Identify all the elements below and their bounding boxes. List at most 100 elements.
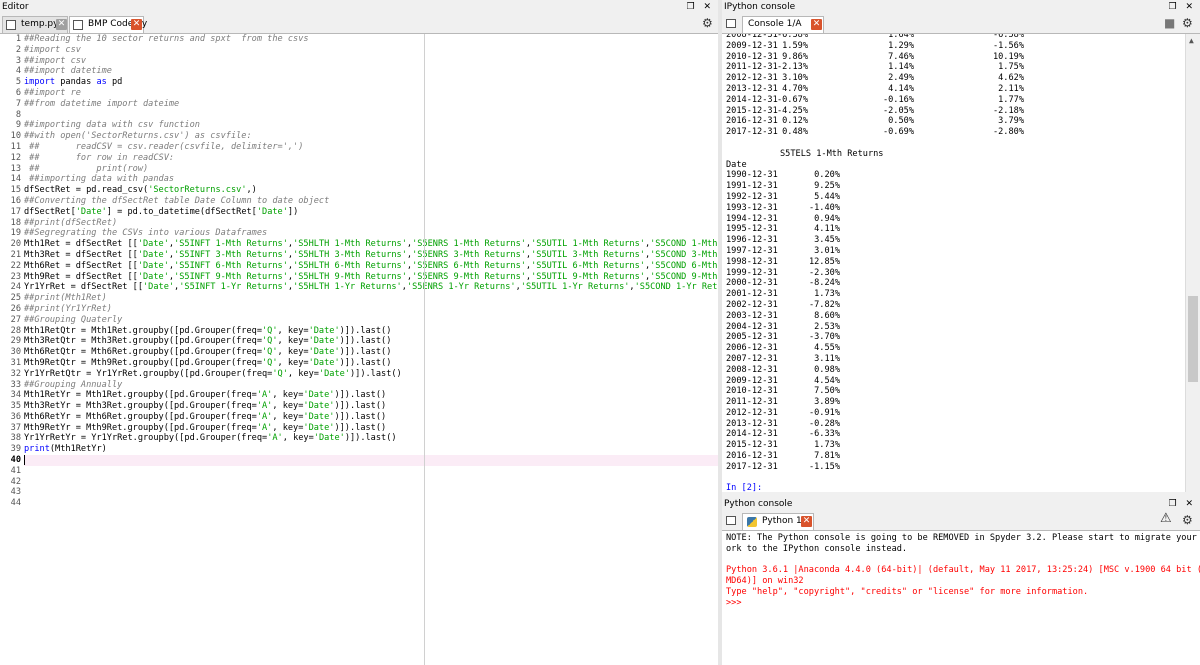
python-console-title: Python console — [724, 499, 793, 509]
browse-tabs-icon[interactable] — [726, 516, 736, 525]
row-value: 0.48% — [782, 127, 808, 138]
code-line[interactable]: ## print(row) — [24, 164, 718, 175]
code-line[interactable]: Yr1YrRet = dfSectRet [['Date','S5INFT 1-… — [24, 282, 718, 293]
code-line[interactable]: Mth9RetQtr = Mth9Ret.groupby([pd.Grouper… — [24, 358, 718, 369]
code-line[interactable]: import pandas as pd — [24, 77, 718, 88]
code-line[interactable]: Yr1YrRetYr = Yr1YrRet.groupby([pd.Groupe… — [24, 433, 718, 444]
code-line[interactable]: Mth3Ret = dfSectRet [['Date','S5INFT 3-M… — [24, 250, 718, 261]
line-number: 29 — [10, 336, 21, 347]
code-line[interactable]: Mth1RetQtr = Mth1Ret.groupby([pd.Grouper… — [24, 326, 718, 337]
code-line[interactable]: Yr1YrRetQtr = Yr1YrRet.groupby([pd.Group… — [24, 369, 718, 380]
code-line[interactable]: print(Mth1RetYr) — [24, 444, 718, 455]
gear-icon[interactable]: ⚙ — [1182, 513, 1193, 527]
code-line[interactable]: dfSectRet = pd.read_csv('SectorReturns.c… — [24, 185, 718, 196]
code-line[interactable]: ##Converting the dfSectRet table Date Co… — [24, 196, 718, 207]
python-console-output[interactable]: NOTE: The Python console is going to be … — [722, 531, 1200, 665]
code-line[interactable]: ##import datetime — [24, 66, 718, 77]
scroll-up-icon[interactable]: ▲ — [1189, 36, 1194, 47]
row-date: 2015-12-31 — [726, 105, 778, 116]
code-line[interactable]: ##importing data with csv function — [24, 120, 718, 131]
tab-console-1a[interactable]: Console 1/A ✕ — [742, 16, 824, 33]
series-header: S5TELS 1-Mth Returns — [722, 149, 1186, 160]
code-line[interactable]: ##with open('SectorReturns.csv') as csvf… — [24, 131, 718, 142]
scrollbar-thumb[interactable] — [1188, 296, 1198, 382]
tab-bmp-code-py[interactable]: BMP Code.py ✕ — [69, 16, 147, 33]
code-line[interactable]: ##print(Yr1YrRet) — [24, 304, 718, 315]
code-line[interactable]: Mth1RetYr = Mth1Ret.groupby([pd.Grouper(… — [24, 390, 718, 401]
code-line[interactable]: ##Reading the 10 sector returns and spxt… — [24, 34, 718, 45]
code-line[interactable]: Mth6RetYr = Mth6Ret.groupby([pd.Grouper(… — [24, 412, 718, 423]
code-line[interactable]: Mth9Ret = dfSectRet [['Date','S5INFT 9-M… — [24, 272, 718, 283]
code-line[interactable]: dfSectRet['Date'] = pd.to_datetime(dfSec… — [24, 207, 718, 218]
close-icon[interactable]: ✕ — [56, 19, 67, 30]
row-date: 2017-12-31 — [726, 127, 778, 138]
row-value: 7.50% — [814, 386, 840, 397]
code-lines[interactable]: ##Reading the 10 sector returns and spxt… — [24, 34, 718, 509]
close-icon[interactable]: ✕ — [811, 19, 822, 30]
code-line[interactable]: Mth1Ret = dfSectRet [['Date','S5INFT 1-M… — [24, 239, 718, 250]
close-icon[interactable]: ✕ — [801, 516, 812, 527]
code-line[interactable]: ##print(dfSectRet) — [24, 218, 718, 229]
current-code-line[interactable] — [24, 455, 718, 466]
tab-temp-py[interactable]: temp.py ✕ — [2, 16, 68, 33]
code-line[interactable]: Mth3RetYr = Mth3Ret.groupby([pd.Grouper(… — [24, 401, 718, 412]
output-row: 2004-12-31 2.53% — [722, 322, 1186, 333]
row-value: -2.05% — [882, 105, 914, 116]
code-line[interactable]: ##import csv — [24, 56, 718, 67]
code-line[interactable]: ##import re — [24, 88, 718, 99]
code-line[interactable]: ##Grouping Quaterly — [24, 315, 718, 326]
code-line[interactable]: Mth3RetQtr = Mth3Ret.groupby([pd.Grouper… — [24, 336, 718, 347]
editor-titlebar: Editor ❒ ✕ — [0, 0, 718, 14]
code-line[interactable]: Mth6RetQtr = Mth6Ret.groupby([pd.Grouper… — [24, 347, 718, 358]
ipython-scrollbar[interactable]: ▲ — [1185, 34, 1200, 492]
code-line[interactable]: ##importing data with pandas — [24, 174, 718, 185]
code-line[interactable] — [24, 110, 718, 121]
row-value: 4.14% — [888, 83, 914, 94]
code-line[interactable] — [24, 498, 718, 509]
tab-python-1[interactable]: Python 1 ✕ — [742, 513, 814, 530]
ipython-window-controls[interactable]: ❒ ✕ — [1169, 0, 1196, 14]
edge-line — [424, 34, 425, 665]
row-value: 1.64% — [888, 34, 914, 40]
ipython-output[interactable]: 2008-12-31 -6.38% 1.64% -6.58% 2009-12-31 1.5… — [722, 34, 1200, 492]
code-line[interactable]: ##Grouping Annually — [24, 380, 718, 391]
code-line[interactable]: Mth6Ret = dfSectRet [['Date','S5INFT 6-M… — [24, 261, 718, 272]
browse-tabs-icon[interactable] — [726, 19, 736, 28]
console-prompt[interactable]: >>> — [726, 598, 1196, 609]
code-line[interactable]: ##Segregrating the CSVs into various Dat… — [24, 228, 718, 239]
code-line[interactable] — [24, 477, 718, 488]
row-value: 10.19% — [992, 51, 1024, 62]
row-date: 1998-12-31 — [726, 256, 778, 267]
row-value: -0.16% — [882, 94, 914, 105]
row-value: -6.33% — [808, 429, 840, 440]
ipython-titlebar: IPython console ❒ ✕ — [722, 0, 1200, 14]
output-row: 2016-12-31 7.81% — [722, 451, 1186, 462]
line-number: 6 — [15, 87, 21, 98]
gear-icon[interactable]: ⚙ — [702, 16, 713, 30]
code-line[interactable]: ##from datetime import dateime — [24, 99, 718, 110]
code-line[interactable]: #import csv — [24, 45, 718, 56]
code-line[interactable]: ## for row in readCSV: — [24, 153, 718, 164]
output-row: 2017-12-31 0.48% -0.69% -2.80% — [722, 127, 1186, 138]
stop-icon[interactable]: ■ — [1164, 16, 1175, 30]
row-value: 9.86% — [782, 51, 808, 62]
input-prompt[interactable]: In [2]: — [722, 483, 1186, 492]
line-number: 40 — [10, 455, 21, 466]
row-value: -3.70% — [808, 332, 840, 343]
line-number: 32 — [10, 368, 21, 379]
code-line[interactable]: ## readCSV = csv.reader(csvfile, delimit… — [24, 142, 718, 153]
code-line[interactable]: Mth9RetYr = Mth9Ret.groupby([pd.Grouper(… — [24, 423, 718, 434]
line-number: 14 — [10, 174, 21, 185]
code-line[interactable] — [24, 487, 718, 498]
code-editor[interactable]: 1 2 3 4 5 6 7 8 9 10 11 12 13 14 15 16 17 18 19 20 21 22 23 24 2… — [0, 34, 718, 665]
python-console-window-controls[interactable]: ❒ ✕ — [1169, 497, 1196, 511]
code-line[interactable] — [24, 466, 718, 477]
line-number: 35 — [10, 401, 21, 412]
close-icon[interactable]: ✕ — [131, 19, 142, 30]
editor-window-controls[interactable]: ❒ ✕ — [687, 0, 714, 14]
line-number: 17 — [10, 206, 21, 217]
code-line[interactable]: ##print(Mth1Ret) — [24, 293, 718, 304]
gear-icon[interactable]: ⚙ — [1182, 16, 1193, 30]
line-number: 1 — [15, 34, 21, 44]
row-date: 2001-12-31 — [726, 289, 778, 300]
